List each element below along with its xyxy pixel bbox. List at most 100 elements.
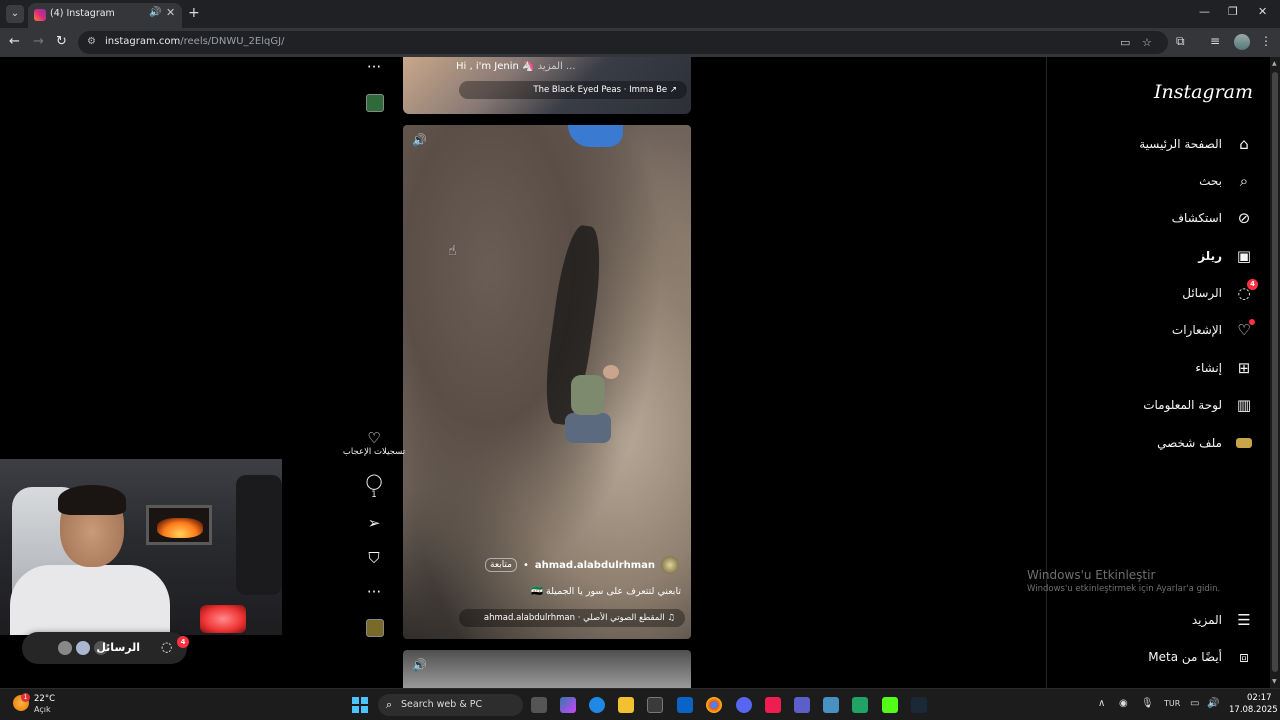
nav-explore[interactable]: ⊘ استكشاف (1172, 207, 1254, 229)
reel-music-pill[interactable]: The Black Eyed Peas · Imma Be ↗ (459, 81, 687, 99)
extensions-icon[interactable]: ⧉ (1176, 34, 1185, 49)
volume-icon[interactable]: 🔊 (1207, 698, 1219, 709)
climber-figure (563, 365, 623, 455)
browser-tab-strip: ⌄ (4) Instagram 🔊 ✕ + — ❐ ✕ (0, 0, 1280, 28)
file-explorer-icon[interactable] (618, 697, 634, 713)
copilot-icon[interactable] (560, 697, 576, 713)
tray-overflow-icon[interactable]: ∧ (1098, 698, 1105, 709)
audio-thumbnail[interactable] (366, 94, 384, 112)
browser-tab-instagram[interactable]: (4) Instagram 🔊 ✕ (28, 3, 182, 28)
messages-chip[interactable]: الرسائل ◌ 4 (22, 632, 189, 664)
chrome-icon[interactable] (706, 697, 722, 713)
url-path: /reels/DNWU_2ElqGJ/ (180, 36, 285, 47)
back-button[interactable]: ← (9, 34, 20, 49)
close-tab-icon[interactable]: ✕ (166, 6, 175, 19)
search-icon: ⌕ (386, 698, 393, 711)
nav-reels[interactable]: ▣ ريلز (1198, 245, 1254, 267)
nav-notifications[interactable]: ♡ الإشعارات (1172, 319, 1255, 341)
author-avatar[interactable] (661, 556, 679, 574)
nav-home[interactable]: ⌂ الصفحة الرئيسية (1139, 133, 1254, 155)
reel-caption[interactable]: تابعني لتتعرف على سور يا الجميلة 🇸🇾 (531, 586, 681, 597)
follow-button[interactable]: متابعة (485, 558, 517, 572)
task-view-icon[interactable] (531, 697, 547, 713)
new-tab-button[interactable]: + (188, 5, 200, 21)
caption-more-link[interactable]: المزيد ... (538, 61, 576, 72)
reel-music-pill[interactable]: ahmad.alabdulrhman · المقطع الصوتي الأصل… (459, 609, 685, 627)
settings-app-icon[interactable] (823, 697, 839, 713)
home-icon: ⌂ (1239, 135, 1249, 153)
audio-on-icon[interactable]: 🔊 (412, 133, 427, 147)
nav-search[interactable]: ⌕ بحث (1199, 170, 1254, 192)
scroll-up-arrow-icon[interactable]: ▲ (1272, 60, 1277, 67)
display-icon[interactable]: ▭ (1190, 698, 1199, 709)
reel-main[interactable]: 🔊 ahmad.alabdulrhman • متابعة تابعني لتت… (403, 125, 691, 639)
nav-dashboard[interactable]: ▥ لوحة المعلومات (1143, 394, 1254, 416)
speaker-icon[interactable]: 🔊 (149, 7, 161, 18)
nav-create[interactable]: ⊞ إنشاء (1195, 357, 1254, 379)
meta-apps-icon: ⧈ (1239, 648, 1249, 666)
scroll-down-arrow-icon[interactable]: ▼ (1272, 678, 1277, 685)
steam-icon[interactable] (911, 697, 927, 713)
minimize-icon[interactable]: — (1199, 5, 1210, 18)
menu-kebab-icon[interactable]: ⋮ (1260, 34, 1272, 48)
edge-icon[interactable] (589, 697, 605, 713)
audio-thumbnail[interactable] (366, 619, 384, 637)
address-bar[interactable]: ⚙ instagram.com/reels/DNWU_2ElqGJ/ ▭ ☆ (78, 31, 1168, 54)
hamburger-icon: ☰ (1237, 611, 1251, 629)
reel-next[interactable]: 🔊 (403, 650, 691, 688)
clock-time[interactable]: 02:17 (1247, 693, 1272, 703)
scroll-thumb[interactable] (1272, 72, 1278, 672)
microphone-icon[interactable]: 🎙 (1141, 698, 1154, 709)
taskbar-search[interactable]: ⌕ Search web & PC (378, 694, 523, 716)
media-app-icon[interactable] (852, 697, 868, 713)
browser-profile-avatar[interactable] (1234, 34, 1250, 50)
kick-icon[interactable] (882, 697, 898, 713)
nav-label: أيضًا من Meta (1148, 650, 1222, 664)
reel-video-frame (568, 125, 623, 147)
heart-icon: ♡ (1234, 319, 1255, 339)
close-window-icon[interactable]: ✕ (1258, 5, 1267, 18)
plus-square-icon: ⊞ (1237, 359, 1251, 377)
comment-button[interactable]: ◯ 1 (366, 473, 383, 500)
store-icon[interactable] (647, 697, 663, 713)
mouse-cursor-icon: ☝ (448, 243, 457, 259)
more-options-icon[interactable]: ··· (367, 584, 381, 600)
reel-author-row: ahmad.alabdulrhman • متابعة (485, 555, 679, 575)
nav-label: لوحة المعلومات (1143, 398, 1222, 412)
forward-button[interactable]: → (33, 34, 44, 49)
media-control-icon[interactable]: ≡ (1210, 34, 1220, 48)
outlook-icon[interactable] (677, 697, 693, 713)
nav-more[interactable]: ☰ المزيد (1192, 609, 1254, 631)
bookmark-star-icon[interactable]: ☆ (1142, 36, 1152, 49)
language-indicator[interactable]: TUR (1164, 699, 1180, 708)
nav-profile[interactable]: ملف شخصي (1157, 432, 1254, 454)
restore-icon[interactable]: ❐ (1228, 5, 1238, 18)
more-options-icon[interactable]: ··· (367, 59, 381, 75)
audio-on-icon[interactable]: 🔊 (412, 658, 427, 672)
share-button[interactable]: ➢ (368, 515, 381, 531)
cast-icon[interactable]: ▭ (1120, 36, 1130, 49)
author-username[interactable]: ahmad.alabdulrhman (535, 560, 655, 571)
tiktok-icon[interactable] (765, 697, 781, 713)
clock-date[interactable]: 17.08.2025 (1229, 705, 1278, 715)
start-button[interactable] (352, 697, 368, 713)
bookmark-icon: ⛉ (368, 549, 380, 567)
site-info-icon[interactable]: ⚙ (87, 36, 96, 47)
tab-list-button[interactable]: ⌄ (6, 5, 24, 23)
nav-label: الرسائل (1182, 286, 1222, 300)
like-button[interactable]: ♡ تسجيلات الإعجاب (343, 430, 405, 457)
windows-taskbar: 1 22°C Açık ⌕ Search web & PC ∧ ◉ 🎙 TUR … (0, 688, 1280, 720)
save-button[interactable]: ⛉ (368, 550, 379, 566)
watermark-title: Windows'u Etkinleştir (1027, 568, 1156, 582)
network-icon[interactable]: ◉ (1119, 698, 1128, 709)
discord-icon[interactable] (736, 697, 752, 713)
reel-previous[interactable]: Hi , i'm Jenin 🦄 المزيد ... The Black Ey… (403, 57, 691, 114)
nav-label: ريلز (1198, 249, 1222, 263)
reel-caption[interactable]: Hi , i'm Jenin 🦄 المزيد ... (456, 61, 580, 72)
teams-icon[interactable] (794, 697, 810, 713)
instagram-logo[interactable]: Instagram (1154, 81, 1253, 103)
reload-button[interactable]: ↻ (56, 34, 67, 49)
rgb-light (200, 605, 246, 633)
nav-also-from-meta[interactable]: ⧈ أيضًا من Meta (1148, 646, 1254, 668)
nav-messages[interactable]: ◌ 4 الرسائل (1182, 279, 1258, 304)
